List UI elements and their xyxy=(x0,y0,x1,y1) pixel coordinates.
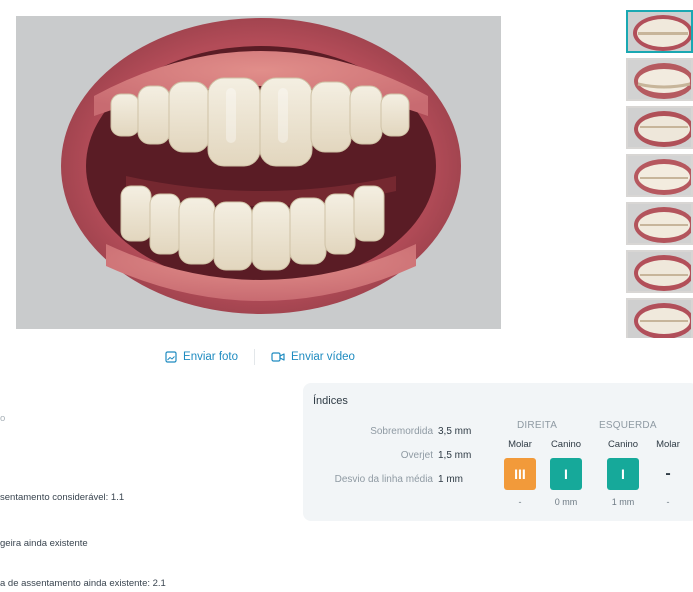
metric-value: 1 mm xyxy=(438,474,463,485)
metric-label: Overjet xyxy=(400,450,433,461)
side-title-right: DIREITA xyxy=(517,420,558,431)
actions-separator xyxy=(254,349,256,365)
thumbnail-image xyxy=(628,252,691,291)
indices-title: Índices xyxy=(313,395,348,407)
col-title: Molar xyxy=(656,439,680,450)
col-title: Canino xyxy=(550,439,582,450)
send-video-link[interactable]: Enviar vídeo xyxy=(271,351,355,363)
badge-left-canine: I xyxy=(607,458,639,490)
thumbnail-image xyxy=(628,108,691,147)
col-title: Canino xyxy=(607,439,639,450)
badge-right-canine: I xyxy=(550,458,582,490)
col-foot: - xyxy=(518,497,522,507)
thumbnail-item[interactable] xyxy=(626,250,693,293)
mouth-photo-image xyxy=(16,16,501,329)
media-actions: Enviar foto Enviar vídeo xyxy=(0,348,520,366)
thumbnail-image xyxy=(628,60,691,99)
note-line: o xyxy=(0,413,6,424)
thumbnail-strip xyxy=(626,10,693,338)
metric-label: Desvio da linha média xyxy=(334,474,433,485)
thumbnail-item[interactable] xyxy=(626,202,693,245)
note-line: a de assentamento ainda existente: 2.1 xyxy=(0,578,166,589)
send-video-label: Enviar vídeo xyxy=(291,351,355,363)
metric-value: 3,5 mm xyxy=(438,426,472,437)
thumbnail-item[interactable] xyxy=(626,154,693,197)
image-icon xyxy=(165,351,177,363)
indices-card: Índices Sobremordida 3,5 mm Overjet 1,5 … xyxy=(303,383,693,521)
metric-label: Sobremordida xyxy=(370,426,433,437)
col-title: Molar xyxy=(508,439,532,450)
thumbnail-image xyxy=(628,204,691,243)
note-line: geira ainda existente xyxy=(0,538,88,549)
send-photo-label: Enviar foto xyxy=(183,351,239,363)
video-icon xyxy=(271,352,285,362)
thumbnail-image xyxy=(628,12,691,51)
metric-value: 1,5 mm xyxy=(438,450,472,461)
col-foot: - xyxy=(666,497,670,507)
thumbnail-image xyxy=(628,300,691,338)
side-title-left: ESQUERDA xyxy=(599,420,657,431)
col-foot: 1 mm xyxy=(611,497,635,507)
thumbnail-image xyxy=(628,156,691,195)
badge-right-molar: III xyxy=(504,458,536,490)
main-intraoral-photo xyxy=(16,16,501,329)
thumbnail-item[interactable] xyxy=(626,58,693,101)
thumbnail-item[interactable] xyxy=(626,10,693,53)
thumbnail-item[interactable] xyxy=(626,298,693,338)
badge-left-molar: - xyxy=(665,465,671,482)
note-line: sentamento considerável: 1.1 xyxy=(0,492,125,503)
thumbnail-item[interactable] xyxy=(626,106,693,149)
col-foot: 0 mm xyxy=(554,497,578,507)
send-photo-link[interactable]: Enviar foto xyxy=(165,351,238,363)
